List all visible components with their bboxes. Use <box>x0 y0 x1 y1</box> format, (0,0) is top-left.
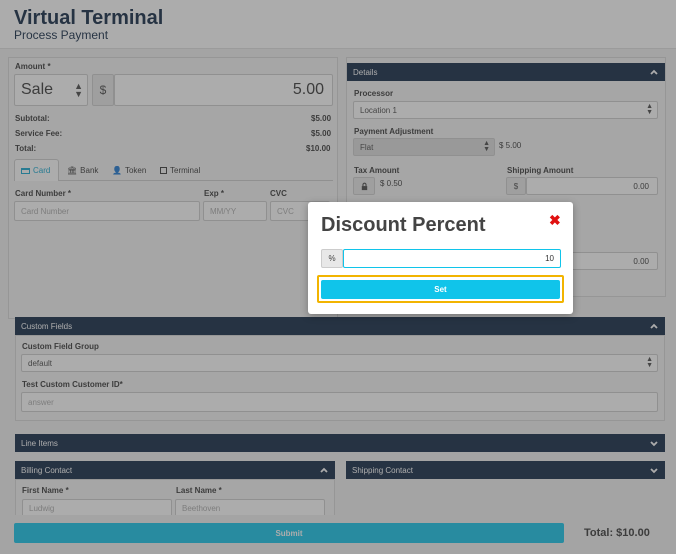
discount-percent-input[interactable]: 10 <box>343 249 561 268</box>
modal-title: Discount Percent <box>321 214 486 236</box>
set-button[interactable]: Set <box>321 280 560 299</box>
discount-percent-modal: Discount Percent ✖ % 10 Set <box>308 202 573 314</box>
close-icon[interactable]: ✖ <box>549 212 561 229</box>
percent-addon: % <box>321 249 343 268</box>
